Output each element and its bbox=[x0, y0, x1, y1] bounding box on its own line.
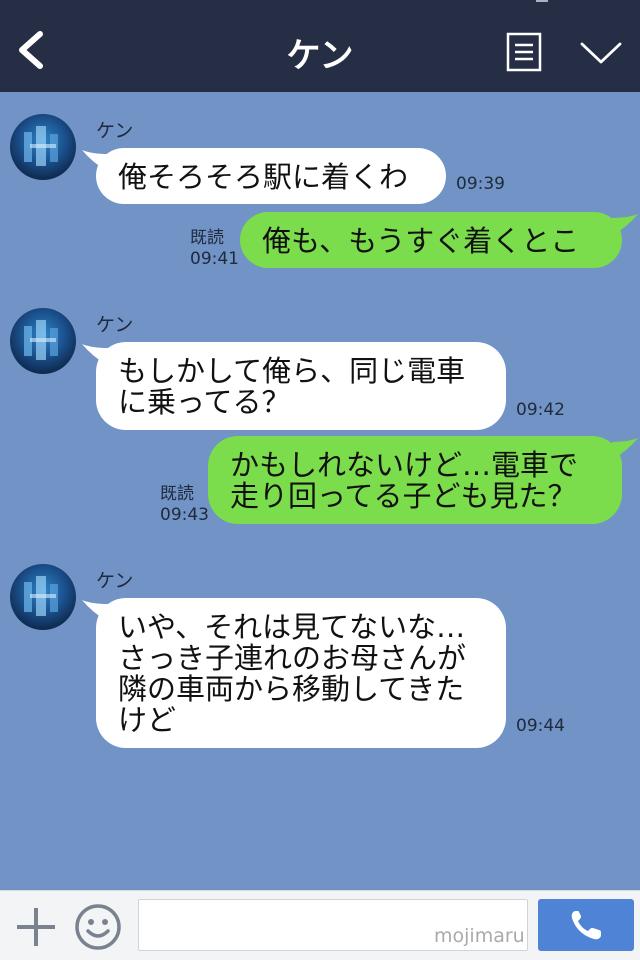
message-time: 09:42 bbox=[516, 400, 565, 420]
message-text: 俺そろそろ駅に着くわ bbox=[118, 160, 409, 194]
message-text: 俺も、もうすぐ着くとこ bbox=[262, 224, 580, 258]
chevron-down-icon bbox=[580, 42, 622, 64]
message-line: に乗ってる？ bbox=[118, 385, 291, 419]
read-label: 既読 bbox=[160, 484, 194, 504]
input-bar: mojimaru bbox=[0, 890, 640, 960]
avatar[interactable] bbox=[10, 114, 76, 180]
message-line: 走り回ってる子ども見た？ bbox=[230, 479, 577, 513]
chat-title: ケン bbox=[286, 36, 354, 76]
bubble-tail bbox=[612, 214, 638, 236]
message-line: けど bbox=[118, 703, 177, 737]
message-line: もしかして俺ら、同じ電車 bbox=[118, 354, 466, 388]
message-bubble[interactable]: いや、それは見てないな… さっき子連れのお母さんが 隣の車両から移動してきた け… bbox=[96, 598, 506, 748]
menu-icon bbox=[506, 32, 542, 72]
message-bubble[interactable]: 俺そろそろ駅に着くわ bbox=[96, 148, 446, 204]
message-line: さっき子連れのお母さんが bbox=[118, 641, 467, 675]
sender-name: ケン bbox=[96, 120, 134, 142]
menu-button[interactable] bbox=[506, 32, 542, 72]
message-line: 隣の車両から移動してきた bbox=[118, 672, 465, 706]
avatar[interactable] bbox=[10, 308, 76, 374]
message-time: 09:43 bbox=[160, 505, 209, 525]
plus-button[interactable] bbox=[14, 905, 58, 949]
read-receipt: 既読 09:41 bbox=[190, 228, 239, 270]
avatar-image bbox=[24, 126, 58, 166]
plus-icon bbox=[17, 908, 55, 946]
emoji-button[interactable] bbox=[74, 903, 122, 951]
call-button[interactable] bbox=[538, 899, 634, 951]
status-dash bbox=[536, 0, 548, 2]
avatar[interactable] bbox=[10, 564, 76, 630]
bubble-tail bbox=[612, 438, 638, 460]
message-time: 09:41 bbox=[190, 249, 239, 269]
message-bubble[interactable]: かもしれないけど…電車で 走り回ってる子ども見た？ bbox=[208, 436, 622, 524]
collapse-button[interactable] bbox=[578, 38, 624, 68]
avatar-image bbox=[24, 320, 58, 360]
sender-name: ケン bbox=[96, 570, 134, 592]
avatar-image bbox=[24, 576, 58, 616]
message-bubble[interactable]: 俺も、もうすぐ着くとこ bbox=[240, 212, 622, 268]
message-time: 09:44 bbox=[516, 716, 565, 736]
message-bubble[interactable]: もしかして俺ら、同じ電車 に乗ってる？ bbox=[96, 342, 506, 430]
read-receipt: 既読 09:43 bbox=[160, 484, 209, 526]
message-line: かもしれないけど…電車で bbox=[230, 448, 579, 482]
message-line: いや、それは見てないな… bbox=[118, 610, 466, 644]
message-time: 09:39 bbox=[456, 174, 505, 194]
read-label: 既読 bbox=[190, 228, 224, 248]
sender-name: ケン bbox=[96, 314, 134, 336]
chat-header: ケン bbox=[0, 0, 640, 92]
watermark: mojimaru bbox=[434, 925, 525, 947]
phone-icon bbox=[571, 911, 601, 940]
emoji-icon bbox=[75, 904, 121, 950]
